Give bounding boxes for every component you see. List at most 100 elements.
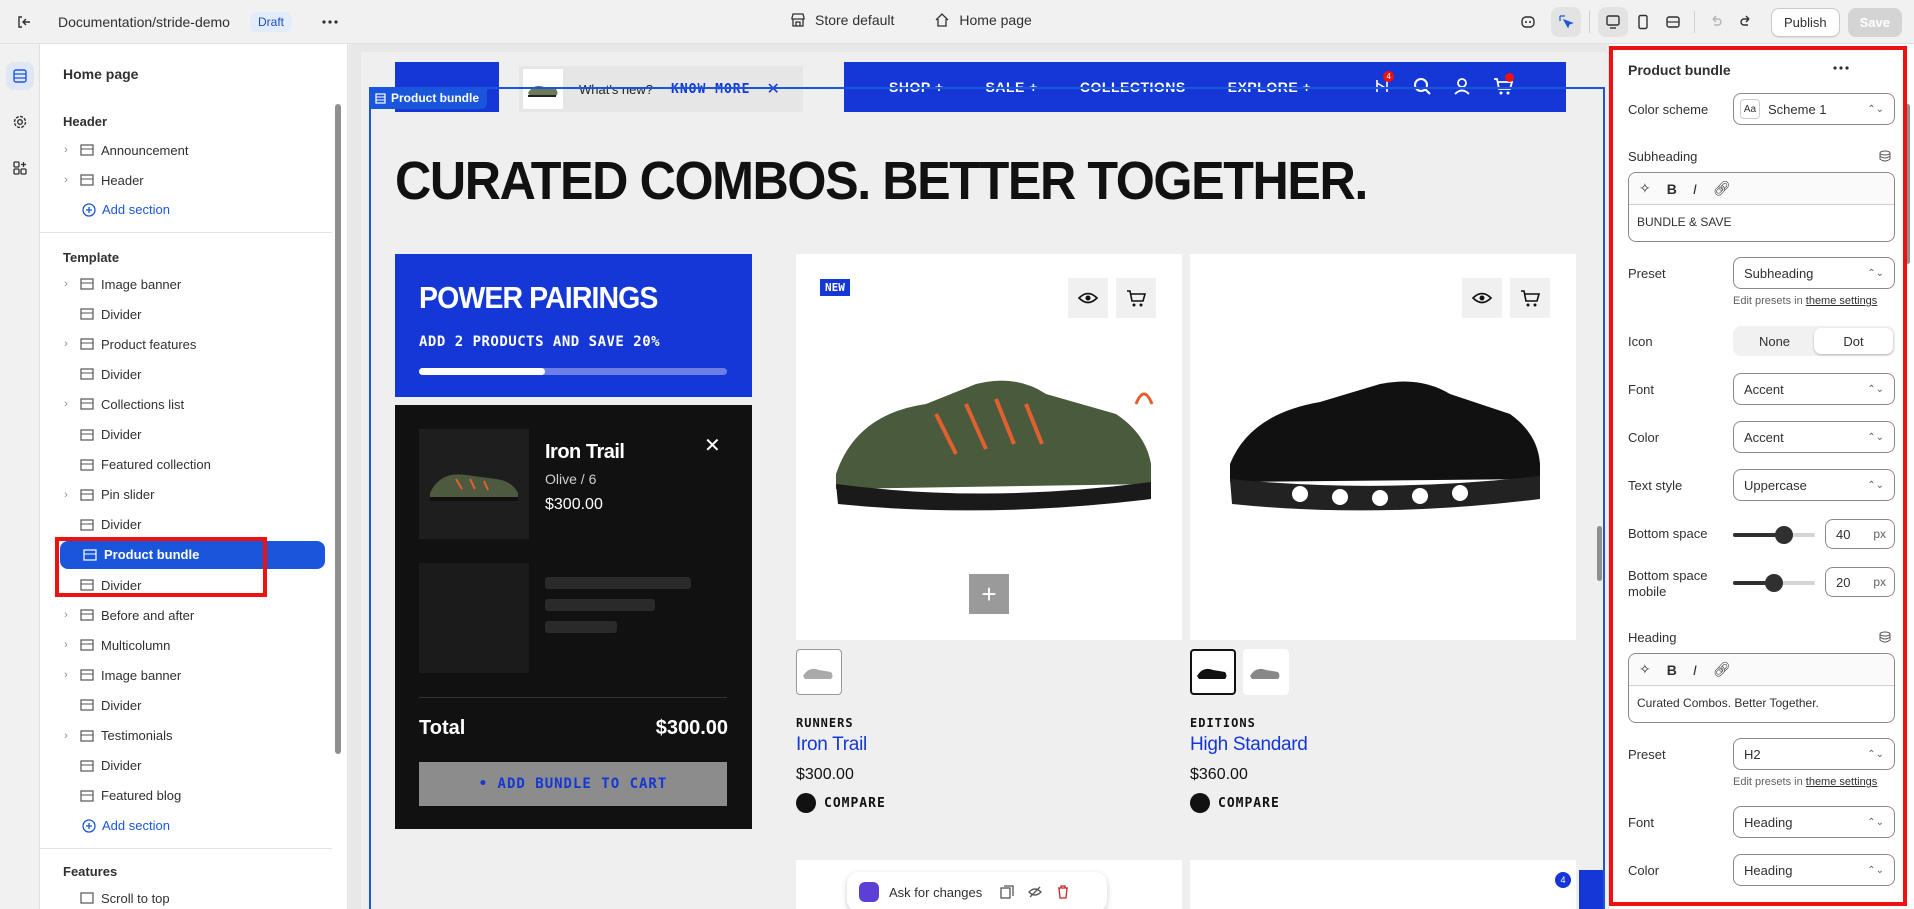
section-icon: [79, 397, 95, 411]
tree-item-header[interactable]: › Header: [57, 166, 347, 194]
placeholder-line: [545, 621, 617, 633]
bundle-item-variant: Olive / 6: [545, 471, 597, 487]
sidekick-icon: [859, 882, 879, 902]
store-selector[interactable]: Store default: [790, 12, 894, 28]
chevron-right-icon[interactable]: ›: [57, 669, 75, 681]
section-icon: [79, 173, 95, 187]
page-selector[interactable]: Home page: [934, 12, 1032, 28]
compare-count-badge: 4: [1555, 872, 1571, 888]
section-tag[interactable]: Product bundle: [369, 87, 487, 109]
chevron-right-icon[interactable]: ›: [57, 338, 75, 350]
product-name[interactable]: High Standard: [1190, 734, 1308, 756]
section-icon: [79, 698, 95, 712]
add-to-cart-icon[interactable]: [1510, 278, 1550, 318]
add-to-cart-icon[interactable]: [1116, 278, 1156, 318]
tree-item-product-features[interactable]: › Product features: [57, 330, 347, 358]
ask-for-changes-bar[interactable]: Ask for changes: [847, 872, 1107, 909]
tree-item-image-banner[interactable]: › Image banner: [57, 661, 347, 689]
tree-item-featured-collection[interactable]: Featured collection: [57, 451, 347, 479]
fullscreen-icon[interactable]: [1658, 7, 1688, 37]
page-label: Home page: [959, 12, 1032, 28]
tree-item-scroll-to-top[interactable]: Scroll to top: [57, 884, 347, 909]
tree-item-divider[interactable]: Divider: [57, 421, 347, 449]
section-heading: CURATED COMBOS. BETTER TOGETHER.: [395, 151, 1368, 211]
section-icon: [79, 518, 95, 532]
variant-swatch[interactable]: [1190, 649, 1236, 695]
section-icon: [79, 891, 95, 905]
section-icon: [375, 92, 386, 104]
tree-item-announcement[interactable]: › Announcement: [57, 136, 347, 164]
add-section-label: Add section: [102, 202, 170, 217]
add-to-bundle-button[interactable]: +: [969, 574, 1009, 614]
product-card[interactable]: [1190, 254, 1576, 640]
tree-item-featured-blog[interactable]: Featured blog: [57, 782, 347, 810]
hide-icon[interactable]: [1028, 885, 1043, 899]
product-image: [836, 380, 1154, 511]
tree-item-divider[interactable]: Divider: [57, 511, 347, 539]
remove-item-icon[interactable]: ✕: [704, 433, 721, 458]
section-icon: [79, 458, 95, 472]
add-section-header-button[interactable]: Add section: [82, 202, 170, 217]
highlight-box: [55, 537, 267, 597]
tree-item-divider[interactable]: Divider: [57, 752, 347, 780]
chevron-right-icon[interactable]: ›: [57, 174, 75, 186]
compare-toggle[interactable]: COMPARE: [796, 793, 886, 813]
compare-label: COMPARE: [1218, 795, 1280, 811]
publish-button[interactable]: Publish: [1770, 7, 1840, 37]
more-options-icon[interactable]: [318, 10, 342, 34]
chevron-right-icon[interactable]: ›: [57, 144, 75, 156]
chevron-right-icon[interactable]: ›: [57, 278, 75, 290]
undo-icon[interactable]: [1701, 7, 1731, 37]
canvas-scrollbar[interactable]: [1597, 526, 1602, 581]
bundle-placeholder-image: [419, 563, 529, 673]
mobile-view-icon[interactable]: [1628, 7, 1658, 37]
tree-item-label: Before and after: [101, 607, 195, 623]
save-button[interactable]: Save: [1847, 7, 1902, 37]
tree-item-before-and-after[interactable]: › Before and after: [57, 601, 347, 629]
chevron-right-icon[interactable]: ›: [57, 489, 75, 501]
delete-icon[interactable]: [1056, 885, 1070, 899]
tree-item-testimonials[interactable]: › Testimonials: [57, 722, 347, 750]
compare-toggle[interactable]: COMPARE: [1190, 793, 1280, 813]
inspector-icon[interactable]: [1550, 7, 1581, 37]
product-image: [1230, 381, 1540, 511]
sections-icon[interactable]: [6, 62, 34, 90]
chevron-right-icon[interactable]: ›: [57, 639, 75, 651]
product-card[interactable]: [1190, 860, 1576, 909]
quick-view-icon[interactable]: [1068, 278, 1108, 318]
add-bundle-to-cart-button[interactable]: • ADD BUNDLE TO CART: [419, 762, 727, 806]
product-name[interactable]: Iron Trail: [796, 734, 867, 756]
left-scrollbar[interactable]: [335, 104, 341, 754]
tree-item-label: Pin slider: [101, 487, 155, 503]
tree-item-image-banner[interactable]: › Image banner: [57, 270, 347, 298]
tree-item-label: Divider: [101, 306, 142, 322]
scroll-to-top-button[interactable]: [1579, 870, 1603, 909]
exit-icon[interactable]: [12, 10, 36, 34]
redo-icon[interactable]: [1731, 7, 1761, 37]
tree-item-label: Divider: [101, 517, 142, 533]
sidekick-icon[interactable]: [1513, 7, 1543, 37]
chevron-right-icon[interactable]: ›: [57, 730, 75, 742]
chevron-right-icon[interactable]: ›: [57, 609, 75, 621]
chevron-right-icon[interactable]: ›: [57, 398, 75, 410]
group-template: Template: [63, 250, 120, 265]
quick-view-icon[interactable]: [1462, 278, 1502, 318]
tree-item-divider[interactable]: Divider: [57, 300, 347, 328]
product-card[interactable]: NEW +: [796, 254, 1182, 640]
ask-label: Ask for changes: [889, 884, 983, 900]
tree-item-collections-list[interactable]: › Collections list: [57, 390, 347, 418]
desktop-view-icon[interactable]: [1597, 7, 1628, 37]
tree-item-divider[interactable]: Divider: [57, 691, 347, 719]
tree-item-multicolumn[interactable]: › Multicolumn: [57, 631, 347, 659]
plus-circle-icon: [82, 202, 96, 217]
settings-icon[interactable]: [6, 108, 34, 136]
apps-icon[interactable]: [6, 154, 34, 182]
tree-item-divider[interactable]: Divider: [57, 360, 347, 388]
variant-swatch[interactable]: [1243, 649, 1289, 695]
section-icon: [79, 729, 95, 743]
variant-swatch[interactable]: [796, 649, 842, 695]
placeholder-line: [545, 599, 655, 611]
add-section-template-button[interactable]: Add section: [82, 818, 170, 833]
tree-item-pin-slider[interactable]: › Pin slider: [57, 481, 347, 509]
duplicate-icon[interactable]: [1000, 885, 1014, 899]
